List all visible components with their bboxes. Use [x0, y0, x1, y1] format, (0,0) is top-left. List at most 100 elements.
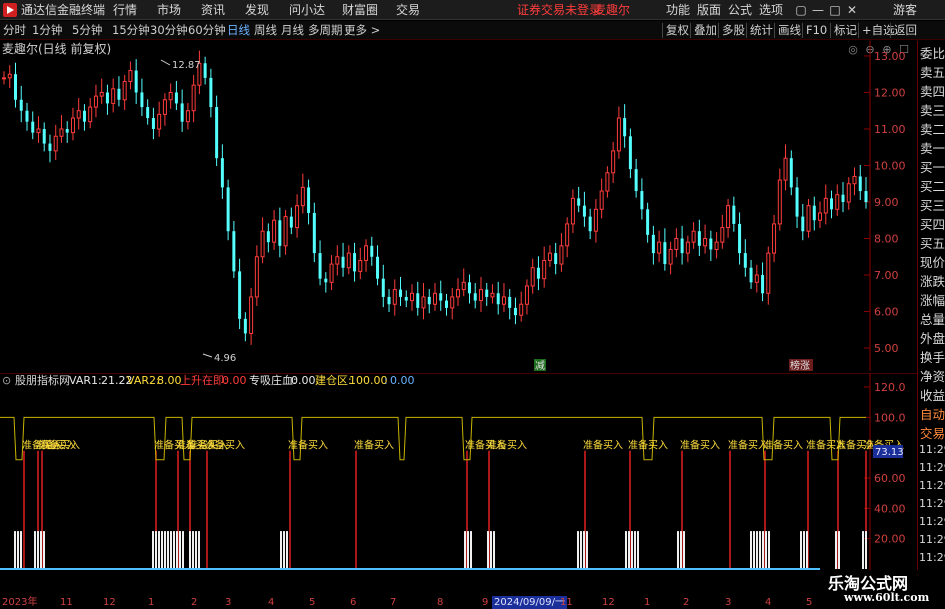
period-30min[interactable]: 30分钟: [150, 23, 188, 38]
candle: [536, 256, 540, 291]
candle: [122, 74, 127, 110]
minimize-icon[interactable]: —: [810, 2, 826, 18]
buy-signal-label: 准备买入: [487, 439, 527, 452]
period-15min[interactable]: 15分钟: [112, 23, 150, 38]
side-sell5[interactable]: 卖五: [920, 63, 945, 82]
candle: [841, 182, 845, 213]
candle: [508, 289, 512, 320]
side-turnover[interactable]: 换手: [920, 348, 945, 367]
menu-xuanxiang[interactable]: 选项: [759, 2, 783, 18]
candle: [496, 281, 500, 315]
volume-spike: [762, 531, 764, 569]
btn-fanhui[interactable]: 返回: [890, 23, 920, 38]
selected-date[interactable]: 2024/09/09/一: [492, 596, 568, 609]
btn-tongji[interactable]: 统计: [746, 23, 776, 38]
candle: [25, 102, 29, 131]
side-sell1[interactable]: 卖一: [920, 139, 945, 158]
candle: [82, 104, 86, 131]
date-label: 2: [191, 597, 198, 608]
btn-huaxian[interactable]: 画线: [774, 23, 804, 38]
candle: [111, 78, 116, 113]
candle: [703, 224, 708, 254]
side-change-pct[interactable]: 涨幅: [920, 291, 945, 310]
maximize-icon[interactable]: □: [827, 2, 843, 18]
period-fenshi[interactable]: 分时: [3, 23, 26, 38]
side-trade[interactable]: 交易: [920, 424, 945, 443]
menu-hangqing[interactable]: 行情: [113, 2, 137, 18]
candle: [191, 74, 196, 123]
buy-signal-label: 准备买入: [680, 439, 720, 452]
period-more[interactable]: 更多 >: [344, 23, 380, 38]
btn-f10[interactable]: F10: [802, 23, 830, 38]
period-5min[interactable]: 5分钟: [72, 23, 102, 38]
btn-diejia[interactable]: 叠加: [690, 23, 720, 38]
login-warning[interactable]: 证券交易未登录: [517, 2, 601, 18]
volume-spike: [838, 531, 840, 569]
close-icon[interactable]: ✕: [844, 2, 860, 18]
candle: [220, 144, 224, 199]
side-volume[interactable]: 总量: [920, 310, 945, 329]
btn-duogu[interactable]: 多股: [718, 23, 748, 38]
side-auto[interactable]: 自动: [920, 405, 945, 424]
side-earnings[interactable]: 收益: [920, 386, 945, 405]
restore-icon[interactable]: ▢: [793, 2, 809, 18]
candle: [93, 84, 98, 118]
side-buy5[interactable]: 买五: [920, 234, 945, 253]
side-change[interactable]: 涨跌: [920, 272, 945, 291]
candle: [846, 177, 851, 210]
side-buy4[interactable]: 买四: [920, 215, 945, 234]
side-buy2[interactable]: 买二: [920, 177, 945, 196]
user-label[interactable]: 游客: [893, 2, 917, 18]
candle: [295, 194, 300, 238]
menu-faxian[interactable]: 发现: [245, 2, 269, 18]
candle: [180, 89, 184, 132]
period-multi[interactable]: 多周期: [308, 23, 343, 38]
candle: [151, 107, 155, 140]
side-sell2[interactable]: 卖二: [920, 120, 945, 139]
candle: [174, 81, 178, 110]
volume-spike: [155, 531, 157, 569]
btn-biaoji[interactable]: 标记: [830, 23, 860, 38]
menu-jiaoyi[interactable]: 交易: [396, 2, 420, 18]
volume-spike: [43, 531, 45, 569]
period-weekly[interactable]: 周线: [254, 23, 277, 38]
volume-spike: [464, 531, 466, 569]
candle: [685, 235, 690, 263]
indicator-chart[interactable]: 120.0100.060.0040.0020.00 准备买入准备买入准备买入 准备…: [0, 373, 917, 596]
candle: [209, 68, 213, 118]
tick-time: 11:29: [919, 497, 945, 510]
candlestick-chart[interactable]: 13.00 12.00 11.00 10.00 9.00 8.00 7.00 6.00 5.00…: [0, 41, 917, 371]
side-buy3[interactable]: 买三: [920, 196, 945, 215]
menu-caifuquan[interactable]: 财富圈: [342, 2, 378, 18]
menu-wenxiaoda[interactable]: 问小达: [289, 2, 325, 18]
side-outer[interactable]: 外盘: [920, 329, 945, 348]
volume-spike: [625, 531, 627, 569]
candle: [324, 272, 328, 293]
volume-spike: [583, 531, 585, 569]
date-label: 5: [806, 597, 813, 608]
menu-zixun[interactable]: 资讯: [201, 2, 225, 18]
candle: [709, 230, 713, 261]
period-monthly[interactable]: 月线: [281, 23, 304, 38]
menu-gongshi[interactable]: 公式: [728, 2, 752, 18]
period-60min[interactable]: 60分钟: [188, 23, 226, 38]
side-net-assets[interactable]: 净资: [920, 367, 945, 386]
period-1min[interactable]: 1分钟: [32, 23, 62, 38]
marker-jian[interactable]: 减: [535, 360, 545, 371]
date-label: 9: [482, 597, 489, 608]
btn-fuquan[interactable]: 复权: [662, 23, 692, 38]
candle: [830, 190, 834, 219]
side-sell4[interactable]: 卖四: [920, 82, 945, 101]
watermark-url: www.60lt.com: [844, 591, 930, 604]
side-buy1[interactable]: 买一: [920, 158, 945, 177]
menu-shichang[interactable]: 市场: [157, 2, 181, 18]
volume-spike: [195, 531, 197, 569]
side-price[interactable]: 现价: [920, 253, 945, 272]
marker-bangzhang[interactable]: 榜涨: [790, 359, 810, 371]
side-sell3[interactable]: 卖三: [920, 101, 945, 120]
menu-gongneng[interactable]: 功能: [666, 2, 690, 18]
side-weibi[interactable]: 委比: [920, 44, 945, 63]
menu-banmian[interactable]: 版面: [697, 2, 721, 18]
period-daily[interactable]: 日线: [227, 23, 250, 38]
candle: [519, 291, 524, 322]
